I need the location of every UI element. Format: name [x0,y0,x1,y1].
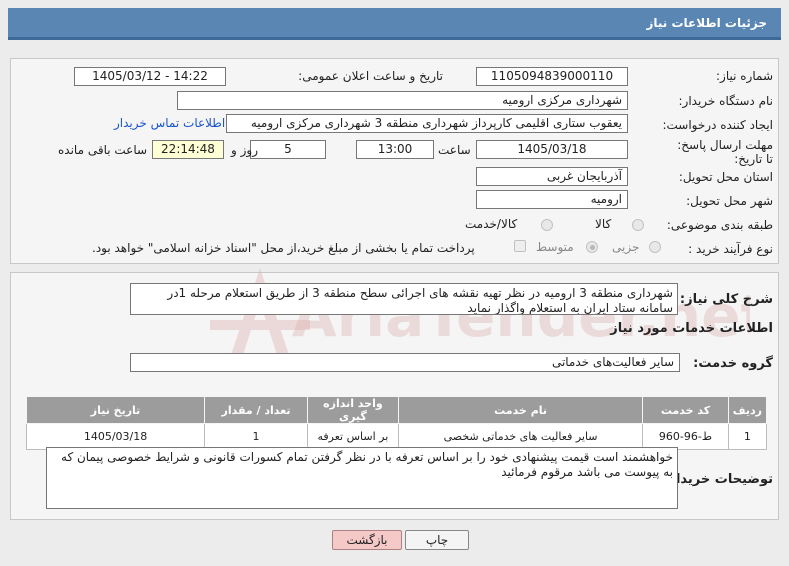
category-goods-service-radio[interactable] [541,219,553,231]
cell-service-name: سایر فعالیت های خدماتی شخصی [397,423,644,450]
table-header-row: ردیف کد خدمت نام خدمت واحد اندازه گیری ت… [25,396,768,424]
category-label: طبقه بندی موضوعی: [666,218,773,232]
days-label: روز و [231,143,258,157]
process-medium-radio[interactable] [586,241,598,253]
services-section-title: اطلاعات خدمات مورد نیاز [610,321,773,336]
col-service-code: کد خدمت [642,396,729,424]
category-goods-radio[interactable] [632,219,644,231]
deadline-time-label: ساعت [438,143,471,157]
creator-label: ایجاد کننده درخواست: [662,118,773,132]
table-row: 1 ط-96-960 سایر فعالیت های خدماتی شخصی ب… [25,423,768,450]
page-header: جزئیات اطلاعات نیاز [8,8,781,40]
page-title: جزئیات اطلاعات نیاز [646,16,767,30]
col-row-number: ردیف [727,396,768,424]
cell-service-code: ط-96-960 [642,423,729,450]
buyer-org-label: نام دستگاه خریدار: [678,94,774,108]
process-partial-label: جزیی [612,240,640,254]
need-number-label: شماره نیاز: [716,69,773,83]
col-need-date: تاریخ نیاز [25,396,206,424]
description-textarea[interactable]: شهرداری منطقه 3 ارومیه در نظر تهیه نقشه … [130,283,678,315]
remaining-time-field: 22:14:48 [152,140,224,159]
cell-unit: بر اساس تعرفه [306,423,399,450]
days-remaining-field: 5 [250,140,326,159]
col-quantity: تعداد / مقدار [204,396,308,424]
need-number-field: 1105094839000110 [476,67,628,86]
city-label: شهر محل تحویل: [686,194,773,208]
city-field: ارومیه [476,190,628,209]
col-service-name: نام خدمت [397,396,644,424]
category-goods-service-label: کالا/خدمت [465,217,518,231]
cell-quantity: 1 [204,423,308,450]
province-label: استان محل تحویل: [678,170,773,184]
process-medium-label: متوسط [536,240,574,254]
cell-row-number: 1 [727,423,768,450]
cell-need-date: 1405/03/18 [25,423,206,450]
process-type-label: نوع فرآیند خرید : [688,242,773,256]
treasury-payment-note: پرداخت تمام یا بخشی از مبلغ خرید،از محل … [92,241,475,255]
description-label: شرح کلی نیاز: [679,292,773,307]
process-partial-radio[interactable] [649,241,661,253]
services-table: ردیف کد خدمت نام خدمت واحد اندازه گیری ت… [25,396,768,450]
announce-date-label: تاریخ و ساعت اعلان عمومی: [298,69,443,83]
province-field: آذربایجان غربی [476,167,628,186]
service-group-field: سایر فعالیت‌های خدماتی [130,353,680,372]
buyer-notes-label: توضیحات خریدار: [663,472,773,487]
buyer-org-field: شهرداری مرکزی ارومیه [177,91,628,110]
back-button[interactable]: بازگشت [332,530,402,550]
announce-date-field: 1405/03/12 - 14:22 [74,67,226,86]
print-button[interactable]: چاپ [405,530,469,550]
deadline-time-field: 13:00 [356,140,434,159]
category-goods-label: کالا [595,217,612,231]
creator-field: یعقوب ستاری اقلیمی کارپرداز شهرداری منطق… [226,114,628,133]
contact-buyer-link[interactable]: اطلاعات تماس خریدار [114,116,225,130]
col-unit: واحد اندازه گیری [306,396,399,424]
deadline-date-field: 1405/03/18 [476,140,628,159]
treasury-payment-checkbox[interactable] [514,240,526,252]
remaining-time-label: ساعت باقی مانده [58,143,148,157]
deadline-label: مهلت ارسال پاسخ: تا تاریخ: [677,138,773,166]
buyer-notes-textarea[interactable]: خواهشمند است قیمت پیشنهادی خود را بر اسا… [46,447,678,509]
details-panel [10,58,779,264]
service-group-label: گروه خدمت: [693,356,773,371]
